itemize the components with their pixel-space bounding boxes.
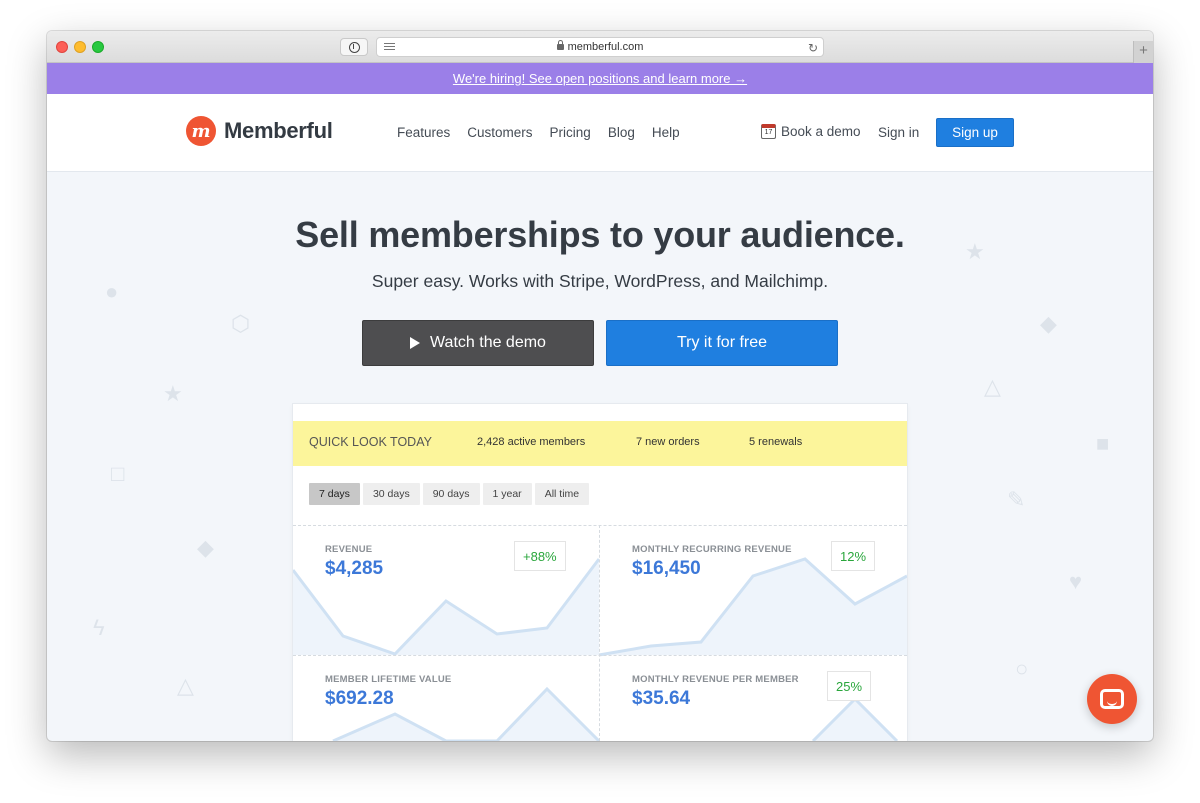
play-icon — [410, 337, 421, 349]
grid-divider — [293, 525, 907, 526]
tag-icon: ◆ — [1040, 311, 1057, 336]
square-icon: □ — [111, 461, 125, 486]
metric-label: MONTHLY REVENUE PER MEMBER — [632, 674, 799, 685]
hero-subtitle: Super easy. Works with Stripe, WordPress… — [371, 271, 829, 291]
revenue-change-badge: +88% — [514, 541, 566, 571]
mrr-metric: MONTHLY RECURRING REVENUE $16,450 — [632, 544, 792, 580]
book-demo-label: Book a demo — [781, 124, 861, 139]
watch-demo-button[interactable]: Watch the demo — [362, 320, 594, 366]
nav-help[interactable]: Help — [652, 125, 680, 140]
metric-value: $16,450 — [632, 558, 701, 579]
bolt-icon: ϟ — [93, 615, 105, 640]
metric-label: MONTHLY RECURRING REVENUE — [632, 544, 792, 555]
logo[interactable]: m Memberful — [186, 116, 333, 146]
hexagon-icon: ⬡ — [231, 311, 251, 336]
chat-bubble-icon — [1100, 689, 1124, 709]
sign-up-button[interactable]: Sign up — [936, 118, 1014, 147]
try-free-button[interactable]: Try it for free — [606, 320, 838, 366]
triangle-icon: △ — [984, 374, 1001, 399]
metric-value: $692.28 — [325, 688, 394, 709]
calendar-icon: 17 — [761, 124, 776, 139]
book-demo-link[interactable]: 17 Book a demo — [761, 124, 861, 139]
url-text: memberful.com — [567, 41, 644, 53]
reload-icon[interactable]: ↻ — [808, 41, 818, 55]
triangle-icon: △ — [177, 673, 194, 698]
metric-label: REVENUE — [325, 544, 373, 555]
close-window-button[interactable] — [56, 41, 68, 53]
metric-value: $35.64 — [632, 688, 691, 709]
logo-text: Memberful — [224, 118, 333, 143]
revenue-per-member-metric: MONTHLY REVENUE PER MEMBER $35.64 — [632, 674, 799, 710]
star-icon: ★ — [163, 381, 183, 406]
watch-demo-label: Watch the demo — [430, 334, 546, 351]
browser-toolbar: memberful.com ↻ + — [47, 31, 1153, 63]
nav-blog[interactable]: Blog — [608, 125, 635, 140]
new-tab-button[interactable]: + — [1133, 41, 1153, 63]
pencil-icon: ✎ — [1007, 487, 1026, 512]
password-manager-button[interactable] — [340, 38, 368, 56]
address-bar[interactable]: memberful.com ↻ — [376, 37, 824, 57]
minimize-window-button[interactable] — [74, 41, 86, 53]
site-header: m Memberful Features Customers Pricing B… — [47, 94, 1153, 172]
nav-pricing[interactable]: Pricing — [550, 125, 591, 140]
browser-window: memberful.com ↻ + We're hiring! See open… — [47, 31, 1153, 741]
metric-value: $4,285 — [325, 558, 384, 579]
hiring-link[interactable]: We're hiring! See open positions and lea… — [453, 71, 747, 86]
hiring-banner: We're hiring! See open positions and lea… — [47, 63, 1153, 94]
lock-deco-icon: ■ — [1096, 431, 1110, 456]
password-manager-icon — [348, 41, 360, 53]
dashboard-preview: QUICK LOOK TODAY 2,428 active members 7 … — [293, 404, 907, 741]
circle-icon: ○ — [1015, 656, 1029, 681]
heart-icon: ♥ — [1069, 569, 1083, 594]
chat-launcher-button[interactable] — [1087, 674, 1137, 724]
nav-customers[interactable]: Customers — [467, 125, 532, 140]
memberful-logo-icon: m — [186, 116, 216, 146]
lifetime-value-metric: MEMBER LIFETIME VALUE $692.28 — [325, 674, 451, 710]
sign-in-link[interactable]: Sign in — [878, 125, 919, 140]
rpm-change-badge: 25% — [827, 671, 872, 701]
nav-features[interactable]: Features — [397, 125, 450, 140]
rpm-sparkline-area — [813, 699, 897, 741]
main-nav: Features Customers Pricing Blog Help — [397, 125, 697, 140]
revenue-metric: REVENUE $4,285 — [325, 544, 383, 580]
tag-icon: ◆ — [197, 535, 214, 560]
grid-divider — [293, 655, 907, 656]
maximize-window-button[interactable] — [92, 41, 104, 53]
hero-title: Sell memberships to your audience. — [295, 214, 905, 255]
mrr-change-badge: 12% — [831, 541, 876, 571]
metric-label: MEMBER LIFETIME VALUE — [325, 674, 452, 685]
lock-icon — [556, 40, 564, 50]
grid-divider — [599, 525, 600, 741]
